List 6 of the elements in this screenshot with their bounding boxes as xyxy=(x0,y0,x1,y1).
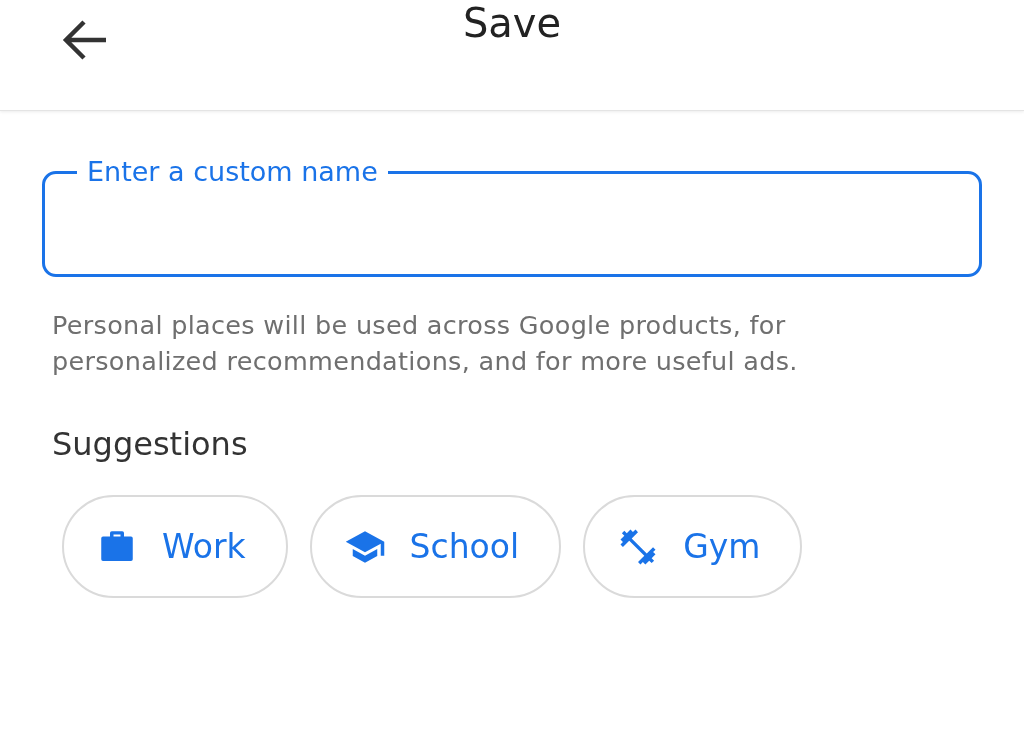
suggestion-chip[interactable]: Work xyxy=(62,495,288,598)
suggestion-chip[interactable]: School xyxy=(309,495,562,598)
helper-text: Personal places will be used across Google products, for personalized recommendations, and for more useful ads. xyxy=(52,309,799,378)
suggestions-heading: Suggestions xyxy=(52,425,249,463)
page-title: Save xyxy=(462,0,562,46)
suggestion-chip[interactable]: Gym xyxy=(583,495,803,598)
